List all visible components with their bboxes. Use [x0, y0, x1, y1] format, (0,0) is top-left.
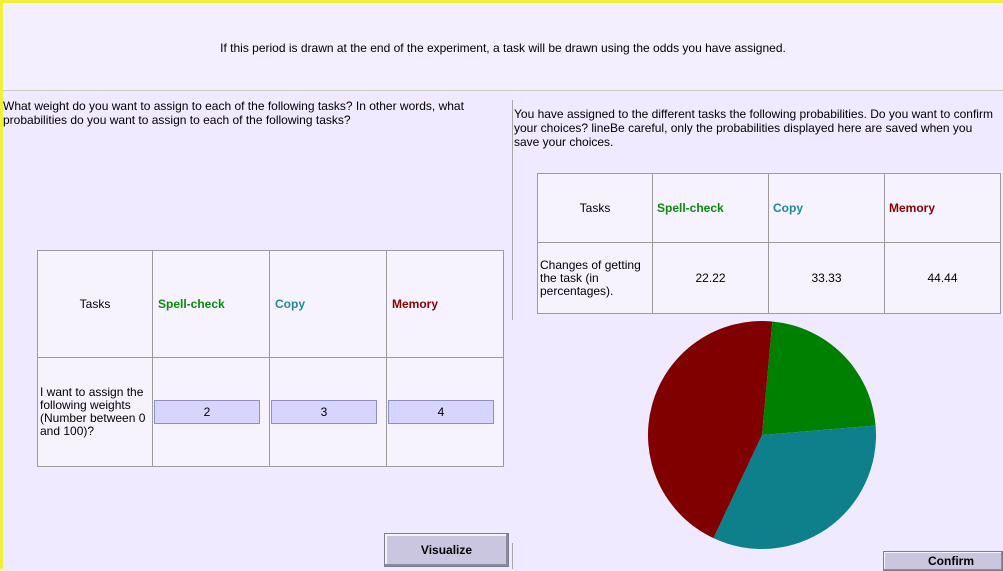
probabilities-table-row: Changes of getting the task (in percenta…: [537, 242, 1001, 314]
visualize-button[interactable]: Visualize: [384, 533, 509, 567]
prob-copy-header: Copy: [768, 173, 885, 243]
weights-table-row: I want to assign the following weights (…: [37, 357, 504, 467]
tasks-header: Tasks: [37, 250, 153, 358]
weights-table-header: Tasks Spell-check Copy Memory: [37, 250, 504, 358]
prob-spell-check-header: Spell-check: [652, 173, 769, 243]
probabilities-row-label: Changes of getting the task (in percenta…: [537, 242, 653, 314]
weights-table: Tasks Spell-check Copy Memory I want to …: [37, 250, 504, 467]
copy-weight-input[interactable]: [271, 400, 377, 424]
header-panel: If this period is drawn at the end of th…: [3, 3, 1003, 91]
prob-tasks-header: Tasks: [537, 173, 653, 243]
memory-header: Memory: [386, 250, 504, 358]
spell-check-weight-input[interactable]: [154, 400, 260, 424]
probabilities-table: Tasks Spell-check Copy Memory Changes of…: [537, 173, 1001, 314]
spell-check-cell: [152, 357, 270, 467]
header-instructions: If this period is drawn at the end of th…: [220, 41, 786, 55]
probabilities-panel: You have assigned to the different tasks…: [512, 91, 1003, 571]
copy-probability: 33.33: [768, 242, 885, 314]
spell-check-probability: 22.22: [652, 242, 769, 314]
memory-probability: 44.44: [884, 242, 1001, 314]
weights-question: What weight do you want to assign to eac…: [3, 99, 464, 127]
probabilities-summary: You have assigned to the different tasks…: [514, 107, 993, 149]
copy-header: Copy: [269, 250, 387, 358]
memory-weight-input[interactable]: [388, 400, 494, 424]
copy-cell: [269, 357, 387, 467]
spell-check-header: Spell-check: [152, 250, 270, 358]
probabilities-table-header: Tasks Spell-check Copy Memory: [537, 173, 1001, 243]
memory-cell: [386, 357, 504, 467]
pie-slice-spell-check: [762, 321, 876, 435]
weights-row-label: I want to assign the following weights (…: [37, 357, 153, 467]
prob-memory-header: Memory: [884, 173, 1001, 243]
probability-pie-chart: [648, 321, 876, 549]
weights-panel: What weight do you want to assign to eac…: [3, 91, 511, 569]
confirm-button[interactable]: Confirm: [883, 551, 1003, 571]
